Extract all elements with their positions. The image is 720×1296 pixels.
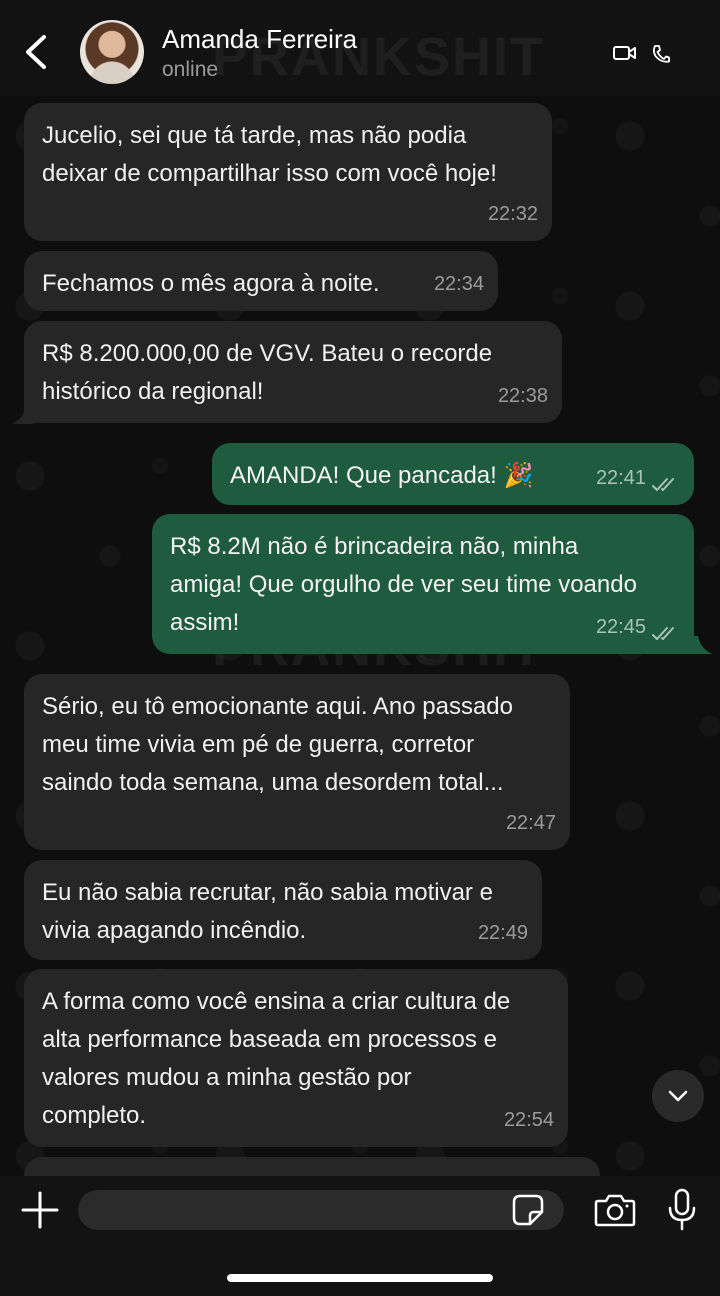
sticker-icon[interactable] <box>512 1194 544 1226</box>
message-bubble-incoming[interactable]: Eu não sabia recrutar, não sabia motivar… <box>24 860 542 960</box>
avatar[interactable] <box>80 20 144 84</box>
message-time: 22:38 <box>497 385 548 407</box>
message-bubble-incoming[interactable]: Fechamos o mês agora à noite. 22:34 <box>24 251 498 311</box>
message-bubble-incoming[interactable]: A forma como você ensina a criar cultura… <box>24 969 568 1147</box>
contact-status: online <box>162 58 219 81</box>
chevron-down-icon <box>668 1090 688 1102</box>
message-time: 22:47 <box>505 812 556 834</box>
plus-icon[interactable] <box>20 1190 60 1230</box>
message-text: Eu não sabia recrutar, não sabia motivar… <box>42 879 493 944</box>
message-time: 22:32 <box>487 203 538 225</box>
phone-icon[interactable] <box>652 44 670 64</box>
message-bubble-incoming[interactable]: Sério, eu tô emocionante aqui. Ano passa… <box>24 674 570 850</box>
scroll-to-bottom-button[interactable] <box>652 1070 704 1122</box>
message-text: Jucelio, sei que tá tarde, mas não podia… <box>42 122 497 187</box>
message-time: 22:49 <box>477 922 528 944</box>
camera-icon[interactable] <box>594 1192 636 1228</box>
message-text: R$ 8.200.000,00 de VGV. Bateu o recorde … <box>42 340 493 405</box>
message-bubble-outgoing[interactable]: AMANDA! Que pancada! 🎉 22:41 <box>212 443 694 505</box>
message-time: 22:45 <box>595 616 646 638</box>
video-call-icon[interactable] <box>613 44 637 62</box>
microphone-icon[interactable] <box>666 1188 698 1232</box>
message-bubble-incoming[interactable]: Jucelio, sei que tá tarde, mas não podia… <box>24 103 552 241</box>
message-text: A forma como você ensina a criar cultura… <box>42 988 511 1129</box>
message-time: 22:34 <box>433 273 484 295</box>
contact-name[interactable]: Amanda Ferreira <box>162 24 357 55</box>
double-check-icon <box>652 478 674 491</box>
message-bubble-incoming[interactable] <box>24 1157 600 1177</box>
message-bubble-outgoing[interactable]: R$ 8.2M não é brincadeira não, minha ami… <box>152 514 694 654</box>
message-time: 22:54 <box>503 1109 554 1131</box>
double-check-icon <box>652 627 674 640</box>
message-bubble-incoming[interactable]: R$ 8.200.000,00 de VGV. Bateu o recorde … <box>24 321 562 423</box>
message-text: Fechamos o mês agora à noite. <box>42 270 380 297</box>
message-text: Sério, eu tô emocionante aqui. Ano passa… <box>42 693 513 796</box>
chevron-left-icon[interactable] <box>22 34 50 70</box>
chat-header: Amanda Ferreira online <box>0 0 720 96</box>
home-indicator[interactable] <box>227 1274 493 1282</box>
message-time: 22:41 <box>595 467 646 489</box>
message-input[interactable] <box>78 1190 564 1230</box>
